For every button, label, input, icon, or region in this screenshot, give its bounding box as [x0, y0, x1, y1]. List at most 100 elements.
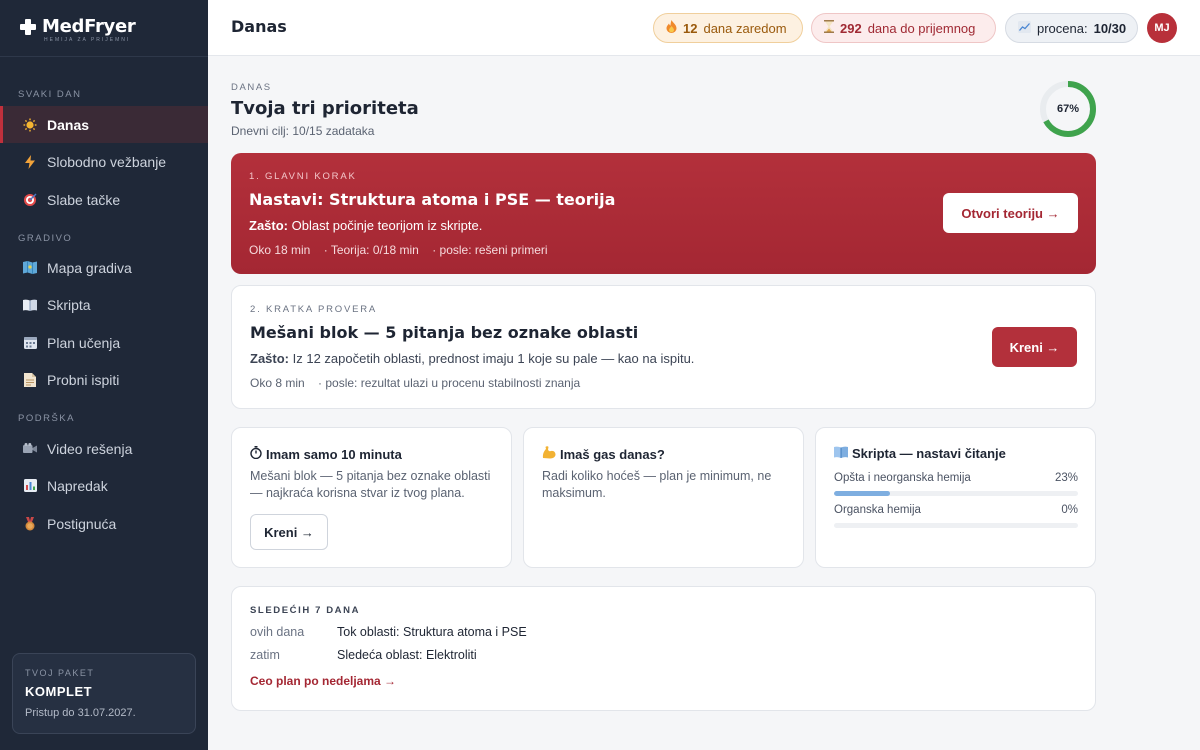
reading-progress-row[interactable]: Organska hemija 0%: [834, 504, 1078, 528]
week-what: Sledeća oblast: Elektroliti: [337, 648, 477, 662]
calendar-icon: [22, 335, 38, 351]
sidebar-item-slabe-tacke[interactable]: Slabe tačke: [0, 181, 208, 218]
start-quick-check-button[interactable]: Kreni →: [992, 327, 1077, 367]
meta-theory: · Teorija: 0/18 min: [323, 243, 419, 257]
plan-name: KOMPLET: [25, 684, 93, 699]
next-seven-days-card: SLEDEĆIH 7 DANA ovih dana Tok oblasti: S…: [231, 586, 1096, 711]
priority-main-card: 1. GLAVNI KORAK Nastavi: Struktura atoma…: [231, 153, 1096, 274]
priority1-kicker: 1. GLAVNI KORAK: [249, 171, 357, 182]
days-to-exam-badge[interactable]: 292 dana do prijemnog: [811, 13, 996, 43]
streak-label: dana zaredom: [703, 20, 787, 36]
progress-fill: [834, 491, 891, 496]
priority-quick-check-card: 2. KRATKA PROVERA Mešani blok — 5 pitanj…: [231, 285, 1096, 409]
sidebar-item-plan-ucenja[interactable]: Plan učenja: [0, 324, 208, 361]
section-label-gradivo: GRADIVO: [18, 233, 73, 244]
page-title: Danas: [231, 17, 287, 36]
sidebar-item-label: Slabe tačke: [47, 191, 121, 208]
week-row: zatim Sledeća oblast: Elektroliti: [250, 648, 1077, 662]
book-icon: [22, 297, 38, 313]
video-camera-icon: [22, 441, 38, 457]
streak-count: 12: [683, 20, 698, 36]
subject-percent: 0%: [1061, 504, 1078, 516]
reason-label: Zašto:: [249, 218, 288, 233]
extra-energy-card: Imaš gas danas? Radi koliko hoćeš — plan…: [523, 427, 804, 568]
sidebar-item-label: Napredak: [47, 477, 108, 494]
brand-logo[interactable]: MedFryer HEMIJA ZA PRIJEMNI: [20, 16, 136, 43]
sidebar-item-video-resenja[interactable]: Video rešenja: [0, 430, 208, 467]
week-when: ovih dana: [250, 625, 305, 639]
estimate-value: 10/30: [1093, 20, 1127, 36]
document-icon: [22, 372, 38, 388]
estimate-badge[interactable]: procena: 10/30: [1005, 13, 1138, 43]
target-icon: [22, 192, 38, 208]
sidebar-divider: [0, 56, 208, 57]
extra-energy-title: Imaš gas danas?: [542, 446, 785, 462]
sidebar-item-label: Postignuća: [47, 515, 117, 532]
card-title-text: Imaš gas danas?: [560, 446, 665, 462]
sidebar-item-postignuca[interactable]: Postignuća: [0, 505, 208, 542]
plan-label: TVOJ PAKET: [25, 668, 95, 678]
user-avatar[interactable]: MJ: [1147, 13, 1177, 43]
fire-icon: [666, 20, 677, 36]
meta-duration: Oko 8 min: [250, 376, 305, 390]
sidebar-item-label: Video rešenja: [47, 440, 133, 457]
sidebar-item-slobodno-vezbanje[interactable]: Slobodno vežbanje: [0, 143, 208, 180]
daily-goal: Dnevni cilj: 10/15 zadataka: [231, 124, 375, 138]
lightning-icon: [22, 154, 38, 170]
stopwatch-icon: [250, 446, 262, 462]
progress-track: [834, 523, 1078, 528]
subject-name: Opšta i neorganska hemija: [834, 472, 971, 484]
map-icon: [22, 260, 38, 276]
sidebar-item-skripta[interactable]: Skripta: [0, 286, 208, 323]
priority2-reason: Zašto: Iz 12 započetih oblasti, prednost…: [250, 351, 1077, 366]
sidebar-item-probni-ispiti[interactable]: Probni ispiti: [0, 361, 208, 398]
priority1-meta: Oko 18 min · Teorija: 0/18 min · posle: …: [249, 243, 1078, 257]
sidebar-item-label: Mapa gradiva: [47, 259, 132, 276]
bar-chart-icon: [22, 478, 38, 494]
sidebar-item-label: Skripta: [47, 296, 91, 313]
week-what: Tok oblasti: Struktura atoma i PSE: [337, 625, 527, 639]
priority2-meta: Oko 8 min · posle: rezultat ulazi u proc…: [250, 376, 1077, 390]
sidebar-item-danas[interactable]: Danas: [0, 106, 208, 143]
subject-percent: 23%: [1054, 472, 1078, 484]
subject-name: Organska hemija: [834, 504, 921, 516]
week-when: zatim: [250, 648, 280, 662]
days-count: 292: [840, 20, 862, 36]
extra-energy-text: Radi koliko hoćeš — plan je minimum, ne …: [542, 469, 772, 500]
streak-badge[interactable]: 12 dana zaredom: [653, 13, 803, 43]
priority2-kicker: 2. KRATKA PROVERA: [250, 304, 378, 315]
sidebar-item-label: Slobodno vežbanje: [47, 153, 167, 170]
sidebar-item-label: Plan učenja: [47, 334, 121, 351]
week-kicker: SLEDEĆIH 7 DANA: [250, 605, 361, 616]
hourglass-icon: [824, 20, 834, 36]
reading-progress-row[interactable]: Opšta i neorganska hemija 23%: [834, 472, 1078, 496]
section-label-podrska: PODRŠKA: [18, 413, 75, 424]
full-plan-link[interactable]: Ceo plan po nedeljama →: [250, 674, 396, 688]
priority2-title: Mešani blok — 5 pitanja bez oznake oblas…: [250, 323, 639, 342]
meta-duration: Oko 18 min: [249, 243, 311, 257]
sidebar-item-label: Probni ispiti: [47, 371, 120, 388]
progress-percent: 67%: [1056, 103, 1080, 115]
week-row: ovih dana Tok oblasti: Struktura atoma i…: [250, 625, 1077, 639]
continue-reading-title: Skripta — nastavi čitanje: [834, 446, 1077, 461]
plan-access-date: Pristup do 31.07.2027.: [25, 707, 136, 719]
medal-icon: [22, 516, 38, 532]
open-theory-button[interactable]: Otvori teoriju →: [943, 193, 1078, 233]
trend-chart-icon: [1018, 20, 1031, 36]
sidebar-item-napredak[interactable]: Napredak: [0, 467, 208, 504]
sidebar-item-mapa-gradiva[interactable]: Mapa gradiva: [0, 249, 208, 286]
meta-next: · posle: rešeni primeri: [432, 243, 548, 257]
sun-icon: [22, 117, 38, 133]
sidebar-item-label: Danas: [47, 116, 90, 133]
medical-cross-icon: [20, 19, 36, 35]
subscription-plan-card: TVOJ PAKET KOMPLET Pristup do 31.07.2027…: [12, 653, 196, 734]
reason-text: Iz 12 započetih oblasti, prednost imaju …: [292, 351, 695, 366]
section-label-daily: SVAKI DAN: [18, 89, 82, 100]
continue-reading-card: Skripta — nastavi čitanje Opšta i neorga…: [815, 427, 1096, 568]
brand-name: MedFryer: [42, 16, 136, 37]
reason-label: Zašto:: [250, 351, 289, 366]
sidebar: MedFryer HEMIJA ZA PRIJEMNI SVAKI DAN Da…: [0, 0, 208, 750]
start-ten-minutes-button[interactable]: Kreni →: [250, 514, 328, 550]
reason-text: Oblast počinje teorijom iz skripte.: [291, 218, 483, 233]
flexed-biceps-icon: [542, 446, 556, 462]
